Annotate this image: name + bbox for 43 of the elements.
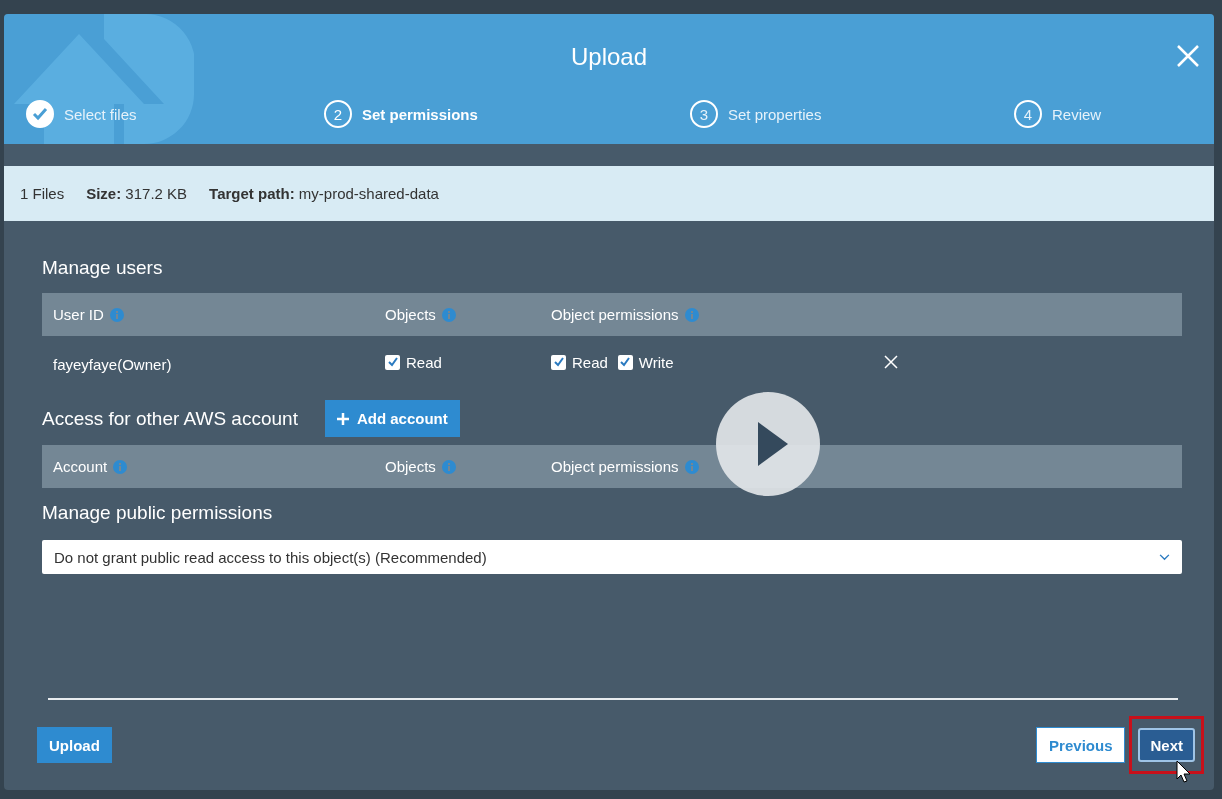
column-header: Object permissions [551, 306, 679, 323]
read-checkbox[interactable]: Read [551, 353, 608, 371]
wizard-step[interactable]: 3 Set properties [690, 100, 822, 128]
info-icon[interactable] [441, 459, 456, 474]
info-icon[interactable] [684, 459, 699, 474]
section-title: Access for other AWS account [42, 407, 298, 430]
column-header: User ID [53, 306, 104, 323]
column-header: Objects [385, 458, 436, 475]
step-number: 2 [324, 100, 352, 128]
file-count: 1 Files [20, 185, 65, 202]
write-checkbox[interactable]: Write [617, 353, 674, 371]
section-title: Manage public permissions [42, 502, 274, 524]
next-button[interactable]: Next [1138, 728, 1195, 762]
read-checkbox[interactable]: Read [385, 353, 551, 371]
remove-icon[interactable] [883, 355, 898, 369]
wizard-step[interactable]: 4 Review [1014, 100, 1102, 128]
upload-button[interactable]: Upload [37, 727, 112, 763]
checkmark-icon [386, 356, 399, 368]
dialog-title: Upload [570, 43, 648, 71]
wizard-step[interactable]: Select files [26, 100, 137, 128]
previous-button[interactable]: Previous [1036, 727, 1126, 763]
file-size: Size: 317.2 KB [86, 185, 188, 202]
column-header: Object permissions [551, 458, 679, 475]
target-path: Target path: my-prod-shared-data [209, 185, 439, 202]
info-icon[interactable] [113, 459, 128, 474]
play-icon[interactable] [716, 392, 820, 496]
column-header: Account [53, 458, 108, 475]
cursor-icon [1176, 760, 1192, 784]
public-permissions-dropdown[interactable]: Do not grant public read access to this object(s) (Recommended) [42, 540, 1182, 574]
add-account-button[interactable]: Add account [324, 400, 460, 437]
info-icon[interactable] [109, 307, 124, 322]
chevron-down-icon [1159, 553, 1170, 561]
checkmark-icon [552, 356, 565, 368]
section-title: Manage users [42, 257, 164, 279]
user-id: fayeyfaye(Owner) [53, 354, 173, 373]
info-icon[interactable] [684, 307, 699, 322]
step-number: 3 [690, 100, 718, 128]
step-number: 4 [1014, 100, 1042, 128]
plus-icon [336, 412, 349, 425]
wizard-step[interactable]: 2 Set permissions [324, 100, 478, 128]
column-header: Objects [385, 306, 436, 323]
info-icon[interactable] [441, 307, 456, 322]
checkmark-icon [619, 356, 632, 368]
